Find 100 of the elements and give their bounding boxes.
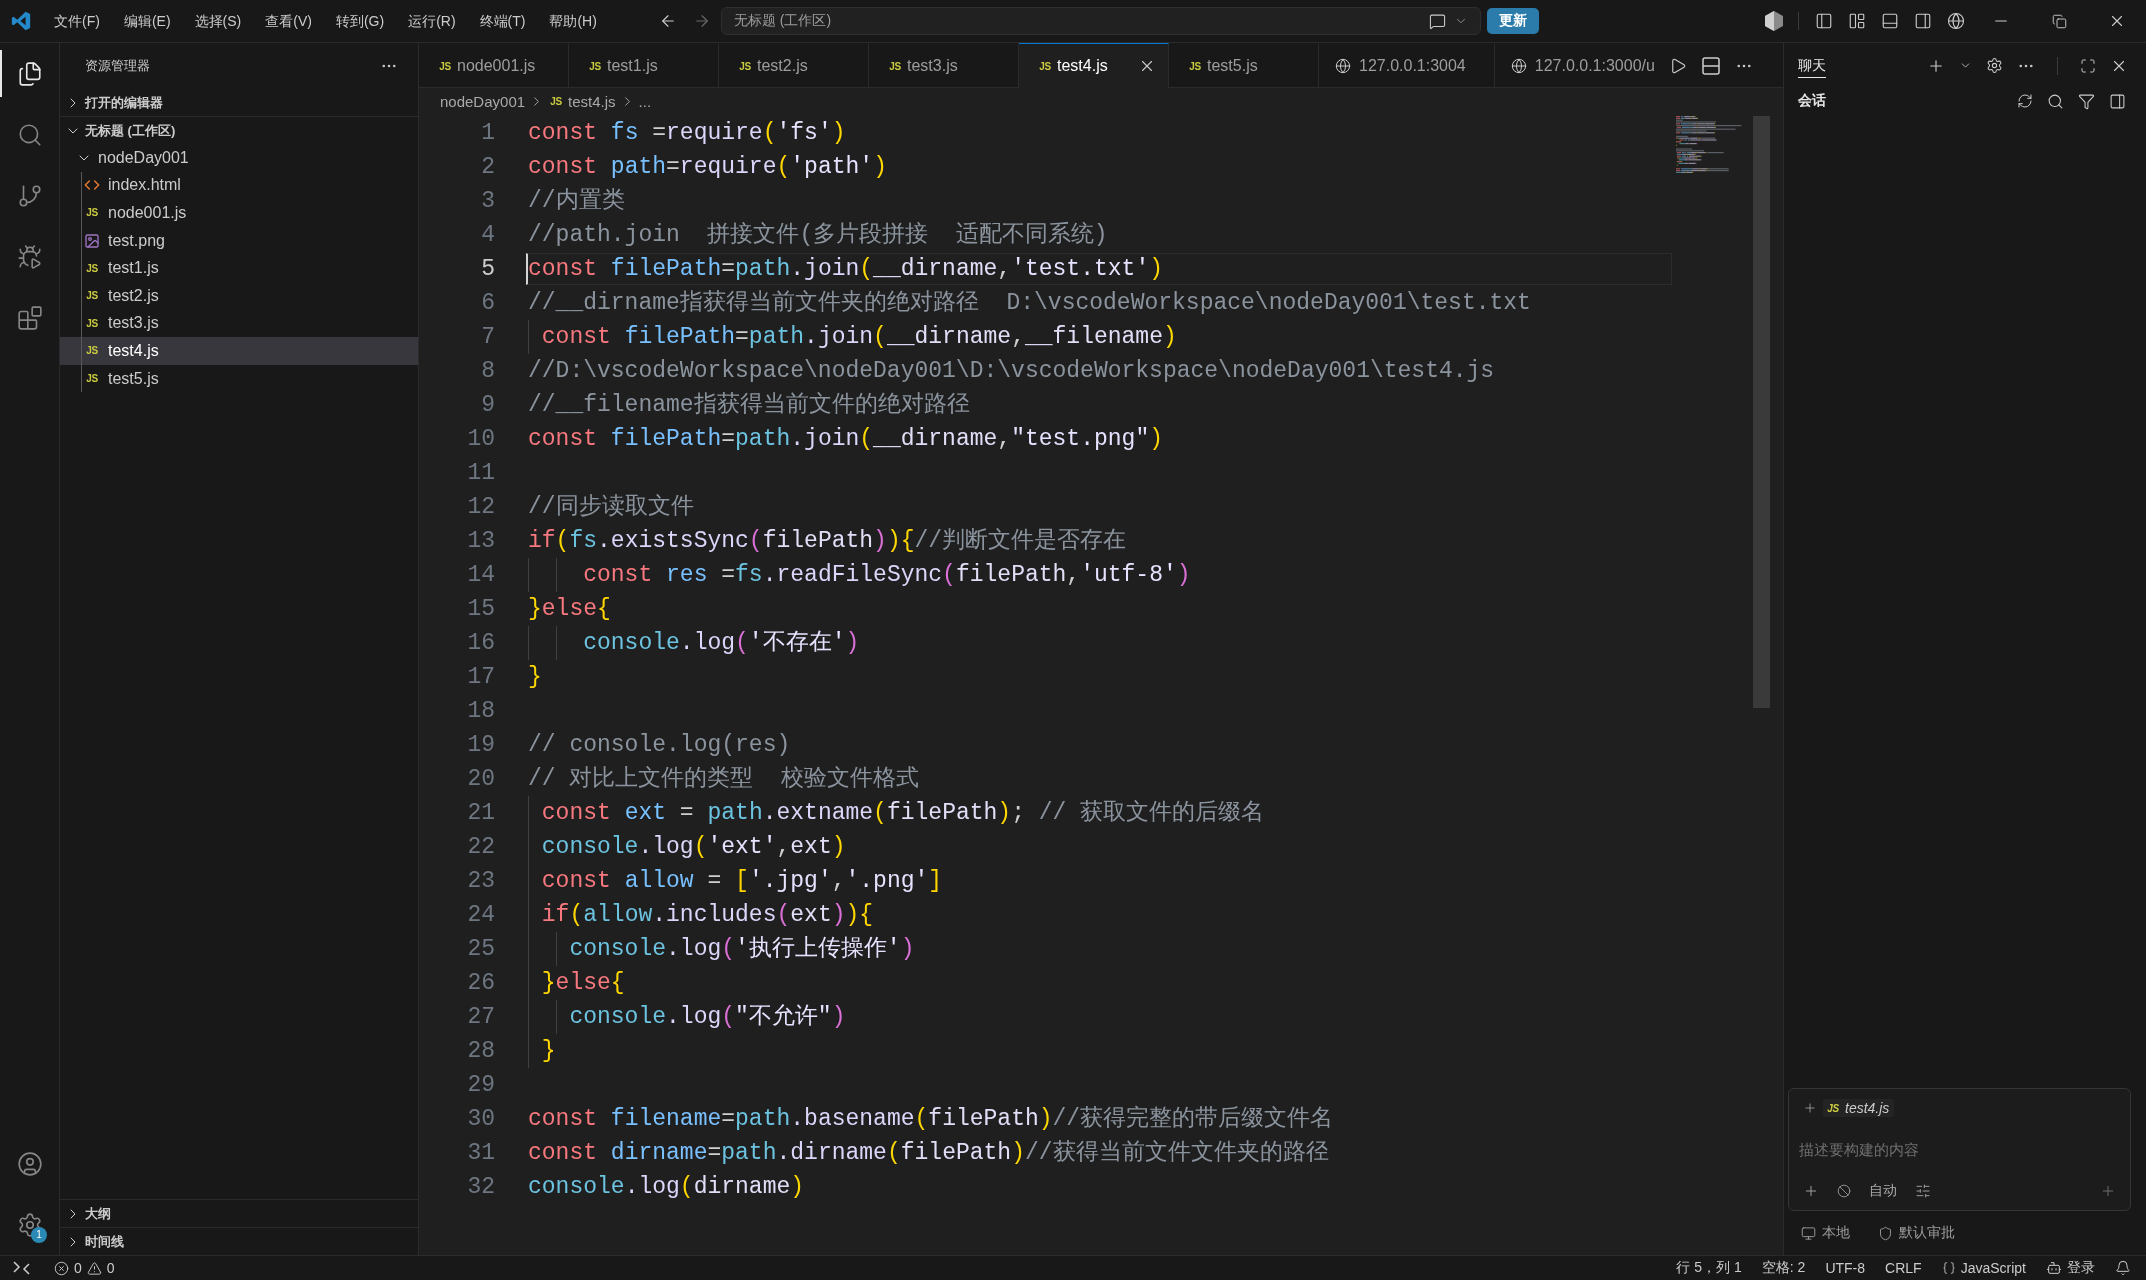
image-file-icon xyxy=(84,232,100,249)
line-number: 22 xyxy=(466,833,495,862)
run-debug-icon[interactable] xyxy=(16,243,43,270)
file-tree-item[interactable]: JS node001.js xyxy=(60,199,418,227)
remote-icon[interactable] xyxy=(13,1261,30,1275)
language-status[interactable]: JavaScript xyxy=(1941,1260,2026,1276)
code-line: const dirname=path.dirname(filePath)//获得当前文件文件夹的路径 xyxy=(528,1139,1329,1168)
line-number: 11 xyxy=(466,459,495,488)
code-line: } xyxy=(528,663,542,692)
account-status[interactable]: 登录 xyxy=(2046,1259,2095,1277)
line-number: 17 xyxy=(466,663,495,692)
file-tree-item[interactable]: JS test2.js xyxy=(60,281,418,310)
account-icon[interactable] xyxy=(16,1150,43,1177)
menu-item[interactable]: 查看(V) xyxy=(253,7,324,35)
code-line: const path=require('path') xyxy=(528,153,887,182)
menu-item[interactable]: 文件(F) xyxy=(42,7,112,35)
menu-item[interactable]: 选择(S) xyxy=(182,7,254,35)
status-item[interactable]: UTF-8 xyxy=(1825,1260,1866,1276)
context-file-chip[interactable]: JS test4.js xyxy=(1823,1099,1895,1117)
status-item[interactable]: 行 5，列 1 xyxy=(1676,1259,1742,1277)
panel-right-icon[interactable] xyxy=(2109,92,2126,110)
refresh-icon[interactable] xyxy=(2017,93,2033,109)
file-tree-item[interactable]: index.html xyxy=(60,171,418,200)
chat-input-field[interactable]: 描述要构建的内容 xyxy=(1799,1138,2116,1161)
menu-item[interactable]: 终端(T) xyxy=(467,7,538,35)
layout-icon[interactable] xyxy=(1847,12,1866,30)
plus-icon[interactable] xyxy=(1803,1183,1819,1199)
line-number: 21 xyxy=(466,799,495,828)
section-header[interactable]: 无标题 (工作区) xyxy=(60,117,418,144)
file-type-icon: JS xyxy=(1825,1101,1841,1115)
maximize-icon[interactable] xyxy=(2080,57,2096,74)
line-number: 26 xyxy=(466,969,495,998)
code-line: console.log('执行上传操作') xyxy=(568,935,915,964)
search-icon[interactable] xyxy=(2047,92,2064,110)
chat-icon[interactable] xyxy=(1428,12,1446,30)
file-type-icon: JS xyxy=(84,261,100,276)
status-item[interactable]: 空格: 2 xyxy=(1761,1259,1806,1277)
file-type-icon: JS xyxy=(84,206,100,220)
file-tree-item[interactable]: JS test3.js xyxy=(60,309,418,338)
file-tree-item[interactable]: JS test5.js xyxy=(60,364,418,393)
file-tree-item[interactable]: test.png xyxy=(60,226,418,255)
code-line: // 对比上文件的类型 校验文件格式 xyxy=(528,765,919,794)
globe-icon xyxy=(1510,58,1527,74)
editor-tab[interactable]: JS test4.js xyxy=(1019,43,1169,88)
line-number: 1 xyxy=(480,119,495,148)
panel-bottom-icon[interactable] xyxy=(1880,12,1899,30)
globe-icon[interactable] xyxy=(1946,12,1965,30)
hexagon-icon[interactable] xyxy=(1764,11,1783,31)
file-type-icon: JS xyxy=(587,59,603,73)
menu-item[interactable]: 帮助(H) xyxy=(537,7,609,35)
breadcrumb-item[interactable]: JS test4.js xyxy=(548,92,616,110)
code-line: // console.log(res) xyxy=(528,731,791,760)
extensions-icon[interactable] xyxy=(16,304,43,331)
file-tree-item[interactable]: JS test1.js xyxy=(60,254,418,282)
status-item[interactable]: CRLF xyxy=(1885,1260,1922,1276)
file-type-icon: JS xyxy=(84,316,100,331)
settings-icon[interactable] xyxy=(1986,57,2003,74)
menu-item[interactable]: 编辑(E) xyxy=(111,7,183,35)
mode-picker[interactable]: 自动 xyxy=(1869,1182,1897,1200)
split-editor-icon[interactable] xyxy=(1702,56,1720,75)
menu-item[interactable]: 运行(R) xyxy=(396,7,468,35)
slash-circle-icon[interactable] xyxy=(1837,1184,1851,1198)
section-header[interactable]: 打开的编辑器 xyxy=(60,89,418,116)
line-number: 7 xyxy=(480,323,495,352)
line-number: 23 xyxy=(466,867,495,896)
section-header[interactable]: 时间线 xyxy=(60,1228,418,1255)
branch-icon[interactable] xyxy=(16,182,43,209)
sidebar-title: 资源管理器 xyxy=(85,56,150,75)
menu-item[interactable]: 转到(G) xyxy=(323,7,397,35)
restore-icon[interactable] xyxy=(2051,13,2067,29)
line-number: 30 xyxy=(466,1105,495,1134)
footer-option[interactable]: 默认审批 xyxy=(1878,1224,1955,1242)
footer-option[interactable]: 本地 xyxy=(1801,1224,1850,1242)
breadcrumb-item[interactable]: ... xyxy=(638,92,652,110)
line-number: 12 xyxy=(466,493,495,522)
sidebar-left-icon[interactable] xyxy=(1814,12,1833,30)
settings-icon[interactable] xyxy=(16,1211,43,1238)
line-number: 24 xyxy=(466,901,495,930)
play-icon[interactable] xyxy=(1669,56,1687,75)
file-tree-item[interactable]: JS test4.js xyxy=(60,337,418,365)
folder-tree-item[interactable]: nodeDay001 xyxy=(60,144,418,172)
breadcrumb-item[interactable]: nodeDay001 xyxy=(440,92,526,110)
code-line: //内置类 xyxy=(528,187,625,216)
command-center[interactable]: 无标题 (工作区) xyxy=(720,7,1481,35)
problems-status[interactable]: 0 0 xyxy=(54,1260,115,1276)
sliders-icon[interactable] xyxy=(1915,1183,1931,1199)
update-button[interactable]: 更新 xyxy=(1486,8,1539,34)
notifications-icon[interactable] xyxy=(2115,1260,2131,1276)
filter-icon[interactable] xyxy=(2078,92,2095,110)
line-number: 10 xyxy=(466,425,495,454)
line-number: 14 xyxy=(466,561,495,590)
scrollbar-thumb[interactable] xyxy=(1753,116,1770,708)
section-header[interactable]: 大纲 xyxy=(60,1200,418,1227)
file-type-icon: JS xyxy=(84,288,100,303)
sidebar-right-icon[interactable] xyxy=(1913,12,1932,30)
line-number: 19 xyxy=(466,731,495,760)
files-icon[interactable] xyxy=(16,60,43,87)
add-context-icon[interactable] xyxy=(1803,1101,1817,1115)
update-count: 1 xyxy=(31,1227,47,1243)
chat-tab[interactable]: 聊天 xyxy=(1798,53,1826,78)
